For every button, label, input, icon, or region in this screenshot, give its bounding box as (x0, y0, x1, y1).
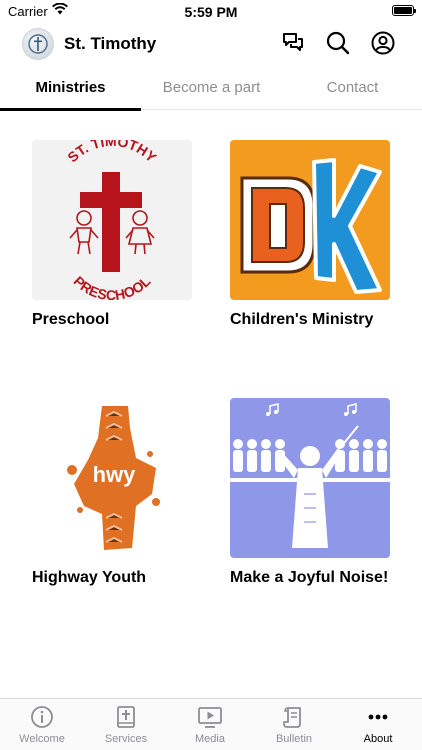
ministry-card-preschool[interactable]: ST. TIMOTHY PRESCHOOL Preschool (32, 140, 212, 330)
preschool-logo-bottom-text: PRESCHOOL (71, 273, 154, 300)
nav-media[interactable]: Media (168, 705, 252, 745)
app-title: St. Timothy (64, 34, 157, 53)
scroll-icon (283, 707, 301, 728)
app-header: St. Timothy (0, 26, 422, 62)
bible-icon (117, 706, 135, 728)
info-icon (31, 706, 53, 728)
chat-icon[interactable] (280, 30, 306, 56)
battery-icon (392, 5, 416, 16)
preschool-logo-top-text: ST. TIMOTHY (64, 140, 160, 166)
nav-label: Bulletin (275, 733, 313, 745)
nav-label: Media (195, 733, 225, 745)
more-icon (368, 714, 388, 720)
status-bar: Carrier 5:59 PM (0, 0, 422, 24)
preschool-logo-image: ST. TIMOTHY PRESCHOOL (32, 140, 192, 300)
nav-welcome[interactable]: Welcome (0, 705, 84, 745)
ministry-label: Children's Ministry (230, 311, 374, 328)
tab-strip: Ministries Become a part Contact (0, 70, 422, 111)
ministry-label: Make a Joyful Noise! (230, 569, 389, 586)
profile-icon[interactable] (370, 30, 396, 56)
nav-label: About (363, 733, 393, 745)
nav-bulletin[interactable]: Bulletin (252, 705, 336, 745)
tab-become-a-part[interactable]: Become a part (141, 70, 282, 110)
nav-label: Welcome (19, 733, 65, 745)
dk-logo-image (230, 140, 390, 300)
church-logo-icon[interactable] (22, 28, 54, 60)
tab-label: Ministries (35, 79, 106, 96)
nav-services[interactable]: Services (84, 705, 168, 745)
ministry-label: Preschool (32, 311, 110, 328)
nav-about[interactable]: About (336, 705, 420, 745)
search-icon[interactable] (325, 30, 351, 56)
ministry-card-highway-youth[interactable]: hwy Highway Youth (32, 398, 212, 588)
tab-label: Contact (326, 79, 379, 96)
tab-label: Become a part (162, 79, 261, 96)
video-icon (198, 707, 222, 728)
nav-label: Services (104, 733, 148, 745)
tab-ministries[interactable]: Ministries (0, 70, 141, 111)
tab-contact[interactable]: Contact (282, 70, 422, 110)
ministry-card-joyful-noise[interactable]: Make a Joyful Noise! (230, 398, 410, 588)
hwy-logo-text: hwy (93, 462, 137, 487)
ministry-card-childrens[interactable]: Children's Ministry (230, 140, 410, 330)
choir-image (230, 398, 390, 558)
hwy-logo-image: hwy (32, 398, 192, 558)
svg-text:PRESCHOOL: PRESCHOOL (71, 273, 154, 300)
bottom-tab-bar: Welcome Services Media Bulletin About (0, 698, 422, 750)
clock: 5:59 PM (184, 4, 238, 20)
ministry-label: Highway Youth (32, 569, 147, 586)
svg-text:ST. TIMOTHY: ST. TIMOTHY (64, 140, 160, 166)
active-tab-indicator (0, 108, 141, 111)
